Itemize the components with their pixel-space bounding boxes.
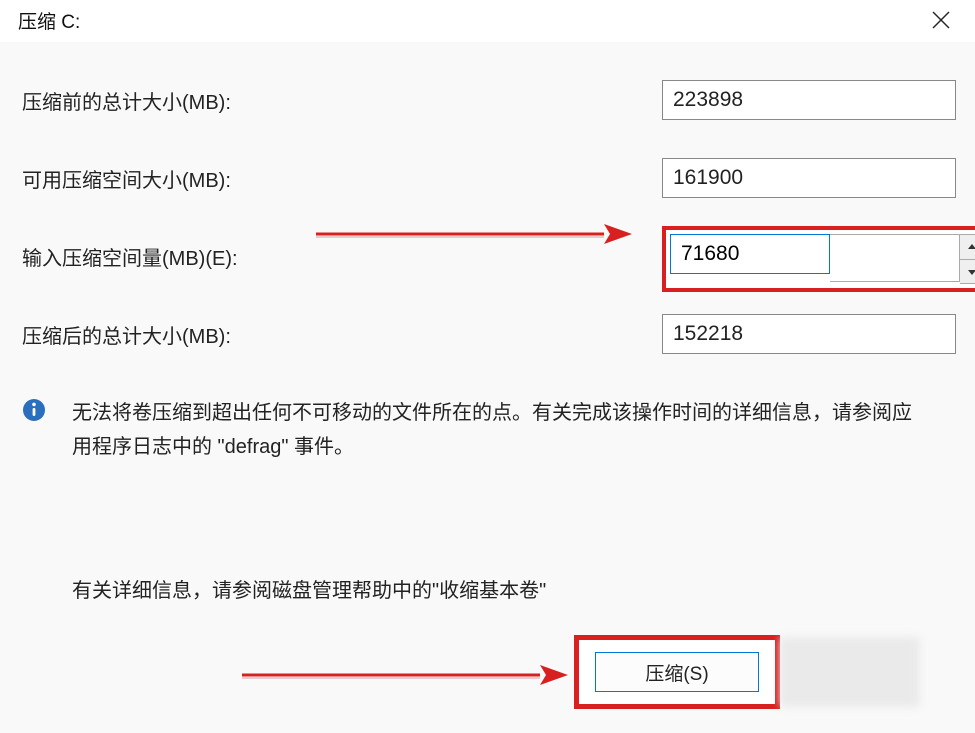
button-row: 压缩(S) bbox=[574, 635, 920, 709]
label-shrink-amount: 输入压缩空间量(MB)(E): bbox=[22, 242, 238, 271]
info-icon bbox=[22, 398, 46, 422]
spinner-down-button[interactable] bbox=[960, 259, 975, 283]
chevron-down-icon bbox=[968, 269, 975, 275]
window-title: 压缩 C: bbox=[18, 7, 80, 34]
annotation-arrow-2 bbox=[240, 661, 570, 689]
label-total-before: 压缩前的总计大小(MB): bbox=[22, 86, 231, 115]
highlight-shrink-input: 71680 bbox=[662, 226, 975, 292]
value-available: 161900 bbox=[662, 158, 956, 198]
row-total-before: 压缩前的总计大小(MB): 223898 bbox=[22, 72, 953, 128]
info-text: 无法将卷压缩到超出任何不可移动的文件所在的点。有关完成该操作时间的详细信息，请参… bbox=[72, 396, 923, 464]
title-bar: 压缩 C: bbox=[0, 0, 975, 42]
label-total-after: 压缩后的总计大小(MB): bbox=[22, 320, 231, 349]
row-available: 可用压缩空间大小(MB): 161900 bbox=[22, 150, 953, 206]
chevron-up-icon bbox=[968, 244, 975, 250]
value-total-before: 223898 bbox=[662, 80, 956, 120]
shrink-button[interactable]: 压缩(S) bbox=[595, 652, 759, 692]
close-icon bbox=[932, 11, 950, 29]
row-shrink-amount: 输入压缩空间量(MB)(E): 71680 bbox=[22, 228, 953, 284]
blurred-region bbox=[780, 637, 920, 707]
row-total-after: 压缩后的总计大小(MB): 152218 bbox=[22, 306, 953, 362]
dialog-content: 压缩前的总计大小(MB): 223898 可用压缩空间大小(MB): 16190… bbox=[0, 42, 975, 733]
shrink-amount-input[interactable]: 71680 bbox=[670, 234, 830, 274]
help-text: 有关详细信息，请参阅磁盘管理帮助中的"收缩基本卷" bbox=[72, 574, 953, 603]
highlight-shrink-button: 压缩(S) bbox=[574, 635, 780, 709]
label-available: 可用压缩空间大小(MB): bbox=[22, 164, 231, 193]
spinner-buttons bbox=[960, 234, 975, 284]
info-block: 无法将卷压缩到超出任何不可移动的文件所在的点。有关完成该操作时间的详细信息，请参… bbox=[22, 396, 953, 464]
close-button[interactable] bbox=[919, 4, 963, 36]
spinner-up-button[interactable] bbox=[960, 235, 975, 259]
spinner-fill bbox=[830, 234, 960, 282]
value-total-after: 152218 bbox=[662, 314, 956, 354]
